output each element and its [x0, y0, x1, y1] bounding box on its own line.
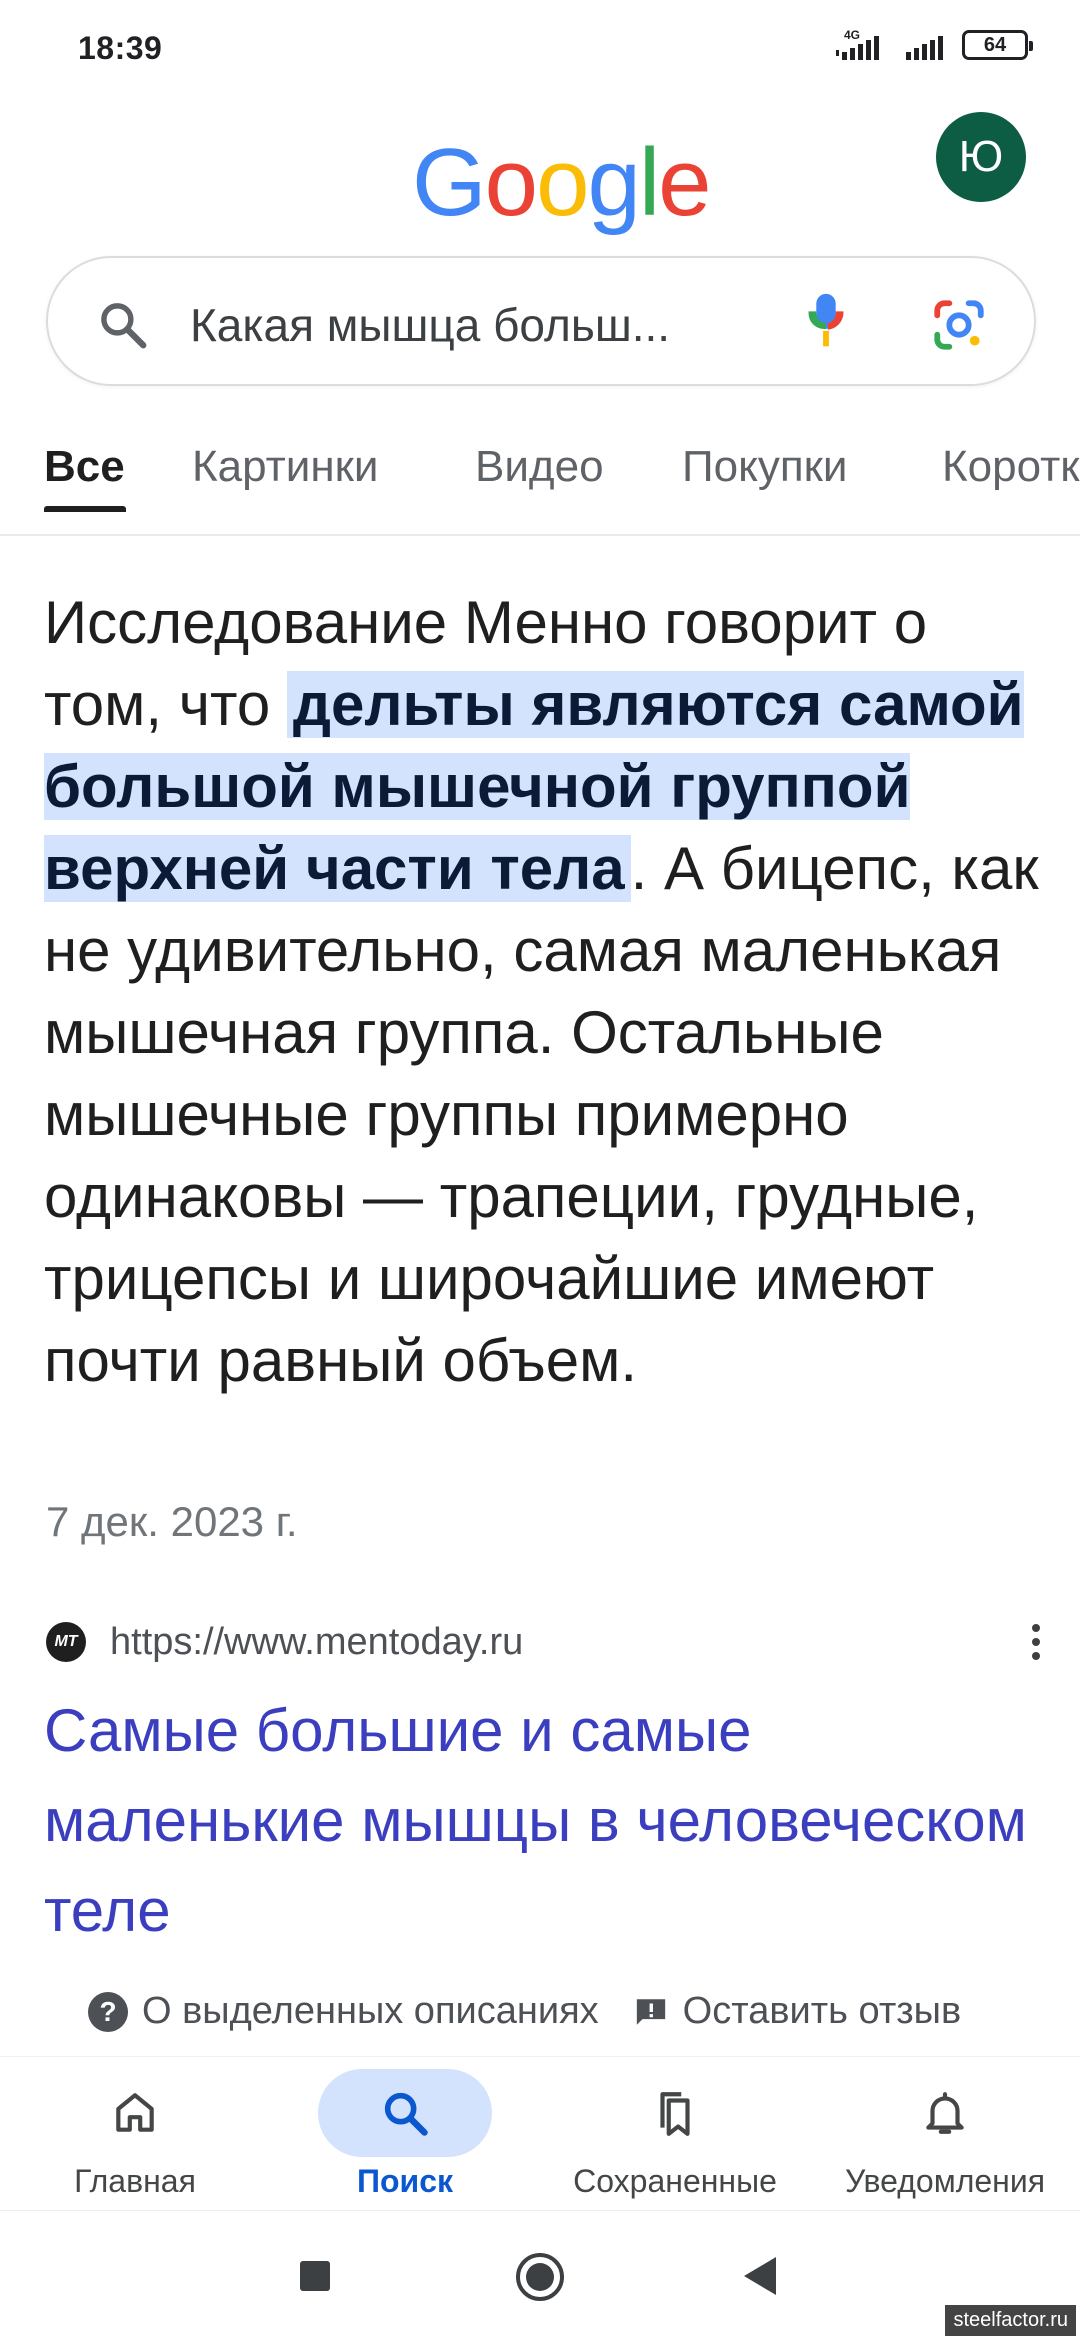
nav-notifications-label: Уведомления	[844, 2163, 1046, 2199]
feedback-row: ? О выделенных описаниях Оставить отзыв	[88, 1990, 961, 2033]
battery-indicator: 64	[962, 30, 1033, 60]
result-source[interactable]: MT https://www.mentoday.ru	[46, 1612, 1046, 1672]
search-tabs: Все Картинки Видео Покупки Короткие	[0, 432, 1080, 536]
search-icon	[384, 2092, 428, 2136]
nav-saved-pill	[588, 2069, 762, 2157]
status-bar: 18:39 4G 64	[0, 0, 1080, 100]
recents-button-icon[interactable]	[298, 2259, 332, 2293]
cellular-signal-icon: 4G	[836, 28, 879, 60]
nav-search[interactable]: Поиск	[270, 2057, 540, 2211]
microphone-icon[interactable]	[802, 290, 850, 356]
nav-home-label: Главная	[74, 2163, 196, 2199]
snippet-date: 7 дек. 2023 г.	[46, 1498, 298, 1545]
logo-letter: l	[638, 129, 660, 236]
result-url[interactable]: https://www.mentoday.ru	[110, 1621, 523, 1664]
help-icon: ?	[88, 1991, 128, 2032]
nav-notifications-pill	[858, 2069, 1032, 2157]
status-time: 18:39	[78, 30, 163, 66]
logo-letter: o	[536, 129, 589, 236]
battery-level: 64	[983, 33, 1007, 56]
search-input[interactable]: Какая мышца больш...	[190, 298, 670, 352]
leave-feedback-link[interactable]: Оставить отзыв	[683, 1990, 961, 2033]
site-favicon: MT	[46, 1622, 86, 1662]
tab-shorts[interactable]: Короткие	[942, 442, 1080, 492]
cellular-signal-2-icon	[906, 36, 943, 60]
tab-video[interactable]: Видео	[475, 442, 604, 492]
tab-images[interactable]: Картинки	[192, 442, 378, 492]
google-lens-icon[interactable]	[930, 296, 988, 354]
tab-shopping[interactable]: Покупки	[682, 442, 848, 492]
active-tab-indicator	[44, 506, 126, 512]
home-icon	[116, 2093, 154, 2132]
snippet-text-after: . А бицепс, как не удивительно, самая ма…	[44, 835, 1039, 1394]
account-avatar[interactable]: Ю	[936, 112, 1026, 202]
back-button-icon[interactable]	[742, 2255, 778, 2297]
featured-snippet: Исследование Менно говорит о том, что де…	[44, 582, 1054, 1402]
result-title-link[interactable]: Самые большие и самые маленькие мышцы в …	[44, 1686, 1044, 1956]
logo-letter: e	[658, 129, 711, 236]
more-options-icon[interactable]	[1026, 1618, 1046, 1666]
system-navigation-bar: steelfactor.ru	[0, 2210, 1080, 2340]
nav-home-pill	[48, 2069, 222, 2157]
nav-saved-label: Сохраненные	[573, 2163, 777, 2199]
nav-search-pill	[318, 2069, 492, 2157]
google-logo: Google	[412, 128, 712, 238]
bookmarks-icon	[660, 2092, 690, 2136]
bell-icon	[926, 2092, 964, 2134]
search-icon	[101, 303, 147, 349]
home-button-icon[interactable]	[514, 2251, 566, 2303]
logo-letter: g	[587, 129, 640, 236]
status-icons: 4G 64	[834, 28, 1033, 62]
about-snippets-link[interactable]: О выделенных описаниях	[142, 1990, 599, 2033]
nav-search-label: Поиск	[356, 2163, 454, 2199]
search-bar[interactable]: Какая мышца больш...	[46, 256, 1036, 386]
nav-home[interactable]: Главная	[0, 2057, 270, 2211]
logo-letter: G	[412, 129, 487, 236]
logo-letter: o	[484, 129, 538, 236]
nav-saved[interactable]: Сохраненные	[540, 2057, 810, 2211]
feedback-icon	[636, 1998, 665, 2025]
nav-notifications[interactable]: Уведомления	[810, 2057, 1080, 2211]
network-type-label: 4G	[844, 28, 860, 42]
bottom-navigation: Главная Поиск Сохраненные Уведомления	[0, 2056, 1080, 2210]
watermark: steelfactor.ru	[945, 2305, 1076, 2336]
tab-all[interactable]: Все	[44, 442, 125, 492]
